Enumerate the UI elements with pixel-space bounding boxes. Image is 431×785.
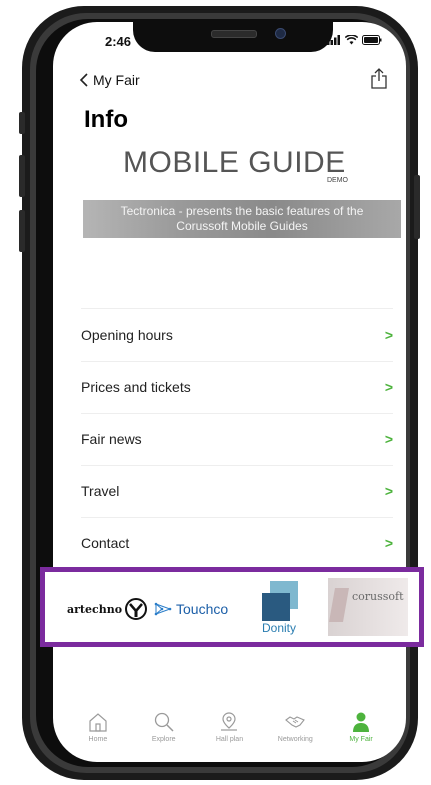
banner-tag: DEMO bbox=[327, 177, 348, 184]
tab-home[interactable]: Home bbox=[68, 707, 128, 762]
tab-hall-plan[interactable]: Hall plan bbox=[199, 707, 259, 762]
power-button bbox=[414, 175, 420, 239]
tab-explore[interactable]: Explore bbox=[134, 707, 194, 762]
menu-item-fair-news[interactable]: Fair news > bbox=[81, 413, 393, 465]
handshake-icon bbox=[285, 716, 306, 728]
menu-item-label: Contact bbox=[81, 535, 130, 551]
home-icon bbox=[89, 713, 107, 732]
tab-label: Explore bbox=[151, 736, 176, 743]
wifi-icon bbox=[344, 34, 359, 45]
status-time: 2:46 bbox=[105, 34, 132, 49]
sponsor-name: Touchco bbox=[176, 601, 229, 617]
back-label: My Fair bbox=[93, 72, 140, 88]
sponsor-logo-donity[interactable]: Donity bbox=[258, 581, 302, 642]
search-icon bbox=[154, 712, 174, 732]
volume-down-button bbox=[19, 210, 25, 252]
signal-icon bbox=[326, 35, 340, 45]
mute-switch bbox=[19, 112, 25, 134]
sponsor-name: artechno bbox=[67, 602, 123, 616]
sponsor-name: Donity bbox=[262, 621, 297, 635]
sponsor-logo-corussoft[interactable]: corussoft bbox=[328, 578, 408, 636]
tab-label: My Fair bbox=[349, 736, 373, 743]
network-triangle-icon bbox=[154, 602, 172, 616]
battery-icon bbox=[362, 35, 382, 45]
tab-bar: Home Explore Hall plan Networking My Fai… bbox=[53, 707, 406, 762]
page-title: Info bbox=[84, 106, 128, 133]
chevron-right-icon: > bbox=[384, 483, 393, 499]
tab-label: Networking bbox=[277, 736, 313, 743]
volume-up-button bbox=[19, 155, 25, 197]
tab-networking[interactable]: Networking bbox=[265, 707, 325, 762]
banner-title: MOBILE GUIDE bbox=[123, 146, 346, 179]
banner-subtitle: Tectronica - presents the basic features… bbox=[83, 200, 401, 238]
menu-item-contact[interactable]: Contact > bbox=[81, 517, 393, 569]
chevron-right-icon: > bbox=[384, 535, 393, 551]
menu-item-prices-and-tickets[interactable]: Prices and tickets > bbox=[81, 361, 393, 413]
donity-square-front bbox=[262, 593, 290, 621]
menu-item-label: Opening hours bbox=[81, 327, 173, 343]
sponsor-carousel[interactable]: artechno Touchco Donity corussoft bbox=[40, 567, 424, 647]
share-icon[interactable] bbox=[370, 68, 388, 90]
menu-item-label: Travel bbox=[81, 483, 120, 499]
menu-item-opening-hours[interactable]: Opening hours > bbox=[81, 309, 393, 361]
chevron-right-icon: > bbox=[384, 327, 393, 343]
back-button[interactable]: My Fair bbox=[79, 72, 140, 88]
tab-my-fair[interactable]: My Fair bbox=[331, 707, 391, 762]
menu-item-label: Prices and tickets bbox=[81, 379, 191, 395]
front-camera bbox=[275, 28, 286, 39]
menu-item-travel[interactable]: Travel > bbox=[81, 465, 393, 517]
status-icons bbox=[326, 34, 382, 48]
chevron-left-icon bbox=[79, 73, 88, 87]
sponsor-name: corussoft bbox=[352, 590, 404, 603]
speaker-grille bbox=[211, 30, 257, 38]
chevron-right-icon: > bbox=[384, 431, 393, 447]
notch bbox=[133, 22, 333, 52]
eye-emblem-icon bbox=[125, 598, 148, 620]
chevron-right-icon: > bbox=[384, 379, 393, 395]
map-pin-icon bbox=[221, 712, 238, 731]
phone-screen: 2:46 My Fair Info MOBILE GUIDE DEMO Tect… bbox=[53, 22, 406, 762]
sponsor-logo-touchco[interactable]: Touchco bbox=[154, 601, 228, 617]
menu-item-label: Fair news bbox=[81, 431, 142, 447]
tab-label: Home bbox=[88, 736, 108, 743]
sponsor-logo-artechno[interactable]: artechno bbox=[67, 597, 148, 621]
corussoft-graphic bbox=[329, 588, 349, 622]
tab-label: Hall plan bbox=[215, 736, 244, 743]
banner-subtitle-text: Tectronica - presents the basic features… bbox=[120, 204, 364, 233]
person-icon bbox=[353, 712, 370, 732]
